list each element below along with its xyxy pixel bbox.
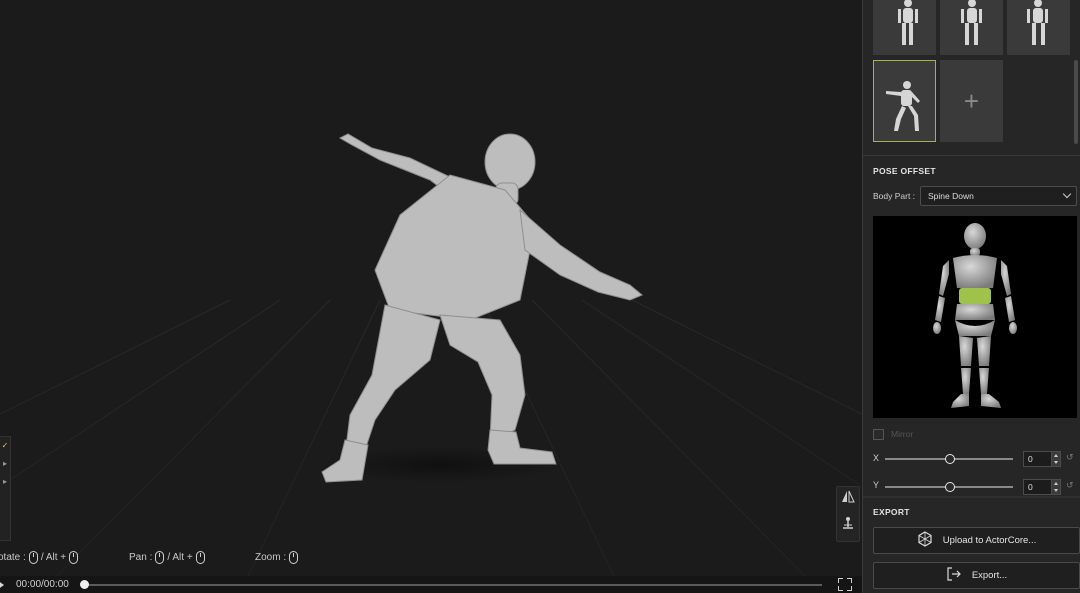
y-reset-icon[interactable]: ↺ [1066,480,1074,491]
scroll-wheel-icon [289,551,299,564]
export-icon [946,566,962,585]
upload-label: Upload to ActorCore... [942,535,1037,546]
body-part-select[interactable]: Spine Down [920,186,1077,206]
spine-down-highlight [959,288,991,304]
arrow-right-icon[interactable]: ▸ [0,473,10,491]
export-title: EXPORT [873,507,910,517]
mirror-icon[interactable] [837,487,859,513]
body-part-value: Spine Down [928,191,974,201]
left-mouse-icon [69,551,79,564]
pan-hint: Pan : / Alt + [129,551,205,564]
right-mouse-icon [195,551,205,564]
x-offset-slider[interactable] [885,454,1013,464]
upload-to-actorcore-button[interactable]: Upload to ActorCore... [873,527,1080,554]
right-mouse-icon [155,551,165,564]
actorcore-icon [917,531,933,550]
pose-offset-title: POSE OFFSET [873,166,936,176]
x-offset-input[interactable]: 0 [1023,451,1061,467]
y-offset-input[interactable]: 0 [1023,479,1061,495]
mannequin-thumbnail-icon [1027,0,1048,45]
export-label: Export... [971,570,1008,581]
pose-thumbnail[interactable] [873,0,936,55]
y-slider-thumb[interactable] [945,482,955,492]
mannequin-thumbnail-icon [898,0,918,45]
viewport-left-toolbar: ✓ ▸ ▸ [0,436,11,541]
body-part-label: Body Part : [873,191,916,201]
anchor-icon[interactable] [837,513,859,539]
mirror-label: Mirror [891,429,914,439]
y-offset-value: 0 [1028,482,1033,492]
mannequin-thumbnail-icon [961,0,982,45]
zoom-hint: Zoom : [255,551,299,564]
thumbnail-scrollbar[interactable] [1074,60,1078,144]
y-axis-label: Y [873,480,880,490]
zoom-hint-label: Zoom : [255,552,287,563]
posed-character-model[interactable] [0,0,862,593]
chevron-down-icon [1062,189,1072,199]
x-slider-thumb[interactable] [945,454,955,464]
arrow-right-icon[interactable]: ▸ [0,455,10,473]
fullscreen-icon[interactable] [838,578,852,591]
pose-thumbnail[interactable] [1007,0,1070,55]
y-offset-slider[interactable] [885,482,1013,492]
body-part-map[interactable] [873,216,1077,418]
right-panel: + POSE OFFSET Body Part : Spine Down Mir… [862,0,1080,593]
pose-thumbnail-selected[interactable] [873,60,936,142]
rotate-hint: otate : / Alt + [0,551,79,564]
y-offset-stepper[interactable] [1051,480,1060,494]
add-pose-button[interactable]: + [940,60,1003,142]
rotate-hint-alt: / Alt + [40,552,67,563]
x-offset-value: 0 [1028,454,1033,464]
check-icon[interactable]: ✓ [0,437,10,455]
plus-icon: + [963,85,980,116]
left-mouse-icon [28,551,38,564]
x-reset-icon[interactable]: ↺ [1066,452,1074,463]
mouse-control-hints: otate : / Alt + Pan : / Alt + Zoom : [0,551,600,569]
playback-timeline: 00:00/00:00 [0,576,862,593]
section-divider [863,496,1080,498]
mannequin-thumbnail-icon [886,81,920,131]
play-icon[interactable] [0,580,4,590]
pan-hint-alt: / Alt + [167,552,193,563]
x-axis-label: X [873,453,880,463]
3d-viewport[interactable]: ✓ ▸ ▸ otate : / Alt + Pan : / Alt + Zoom… [0,0,862,593]
mannequin-body-map [933,223,1017,408]
pose-thumbnail[interactable] [940,0,1003,55]
viewport-right-toolbar [836,486,860,542]
rotate-hint-label: otate : [0,552,26,563]
x-offset-stepper[interactable] [1051,452,1060,466]
timeline-scrubber[interactable] [80,580,89,589]
pan-hint-label: Pan : [129,552,153,563]
mirror-checkbox[interactable] [873,429,884,440]
timeline-track[interactable] [84,584,822,586]
export-button[interactable]: Export... [873,562,1080,589]
section-divider [863,155,1080,156]
time-readout: 00:00/00:00 [16,579,69,590]
